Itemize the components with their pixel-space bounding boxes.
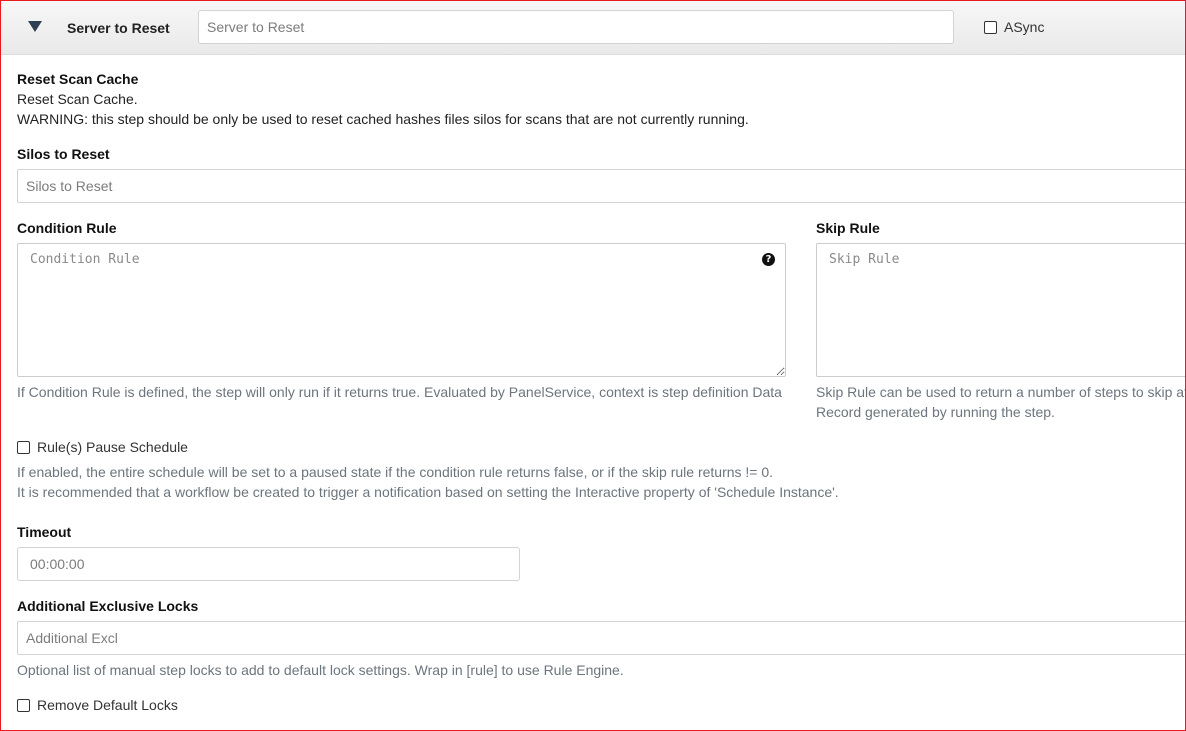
condition-rule-textarea[interactable]: [17, 243, 786, 377]
skip-rule-help-line1: Skip Rule can be used to return a number…: [816, 384, 1186, 400]
remove-default-locks-label: Remove Default Locks: [37, 697, 178, 713]
pause-schedule-help-line2: It is recommended that a workflow be cre…: [17, 484, 839, 500]
locks-label: Additional Exclusive Locks: [17, 598, 199, 614]
collapse-toggle-icon[interactable]: [28, 21, 42, 32]
pause-schedule-checkbox[interactable]: [17, 441, 30, 454]
step-description: Reset Scan Cache.: [17, 91, 138, 107]
locks-help: Optional list of manual step locks to ad…: [17, 662, 624, 678]
skip-rule-textarea[interactable]: [816, 243, 1186, 377]
header-title: Server to Reset: [67, 20, 170, 36]
condition-rule-label: Condition Rule: [17, 220, 117, 236]
pause-schedule-help-line1: If enabled, the entire schedule will be …: [17, 464, 774, 480]
remove-default-locks-checkbox[interactable]: [17, 699, 30, 712]
pause-schedule-label: Rule(s) Pause Schedule: [37, 439, 188, 455]
step-header: Server to Reset ASync: [1, 1, 1185, 55]
timeout-input[interactable]: [17, 547, 520, 581]
silos-label: Silos to Reset: [17, 146, 110, 162]
step-warning: WARNING: this step should be only be use…: [17, 111, 749, 127]
skip-rule-label: Skip Rule: [816, 220, 880, 236]
additional-locks-input[interactable]: [17, 621, 1186, 655]
async-checkbox[interactable]: [984, 21, 997, 34]
async-label: ASync: [1004, 19, 1045, 35]
silos-to-reset-input[interactable]: [17, 169, 1186, 203]
skip-rule-help-line2: Record generated by running the step.: [816, 404, 1055, 420]
server-to-reset-input[interactable]: [198, 10, 954, 44]
condition-rule-help: If Condition Rule is defined, the step w…: [17, 384, 782, 400]
step-name: Reset Scan Cache: [17, 71, 139, 87]
question-circle-icon[interactable]: ?: [762, 253, 775, 266]
timeout-label: Timeout: [17, 524, 72, 540]
